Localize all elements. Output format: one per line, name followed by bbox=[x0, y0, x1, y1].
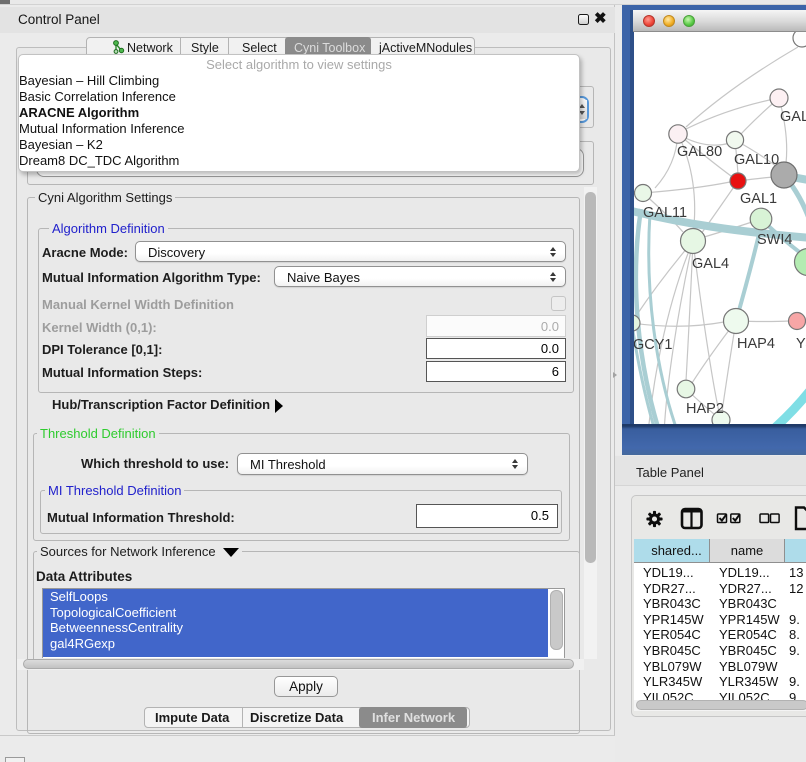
svg-text:YJ: YJ bbox=[796, 336, 806, 352]
svg-text:GAL80: GAL80 bbox=[677, 144, 722, 160]
svg-text:HAP4: HAP4 bbox=[737, 336, 775, 352]
svg-text:GAL2: GAL2 bbox=[780, 109, 806, 125]
svg-text:GAL11: GAL11 bbox=[643, 205, 687, 221]
svg-text:GAL10: GAL10 bbox=[734, 152, 779, 168]
svg-text:GCY1: GCY1 bbox=[634, 337, 673, 353]
svg-text:HAP2: HAP2 bbox=[686, 401, 724, 417]
svg-text:GAL1: GAL1 bbox=[740, 191, 777, 207]
svg-text:GAL4: GAL4 bbox=[692, 256, 729, 272]
svg-text:SWI4: SWI4 bbox=[757, 232, 792, 248]
